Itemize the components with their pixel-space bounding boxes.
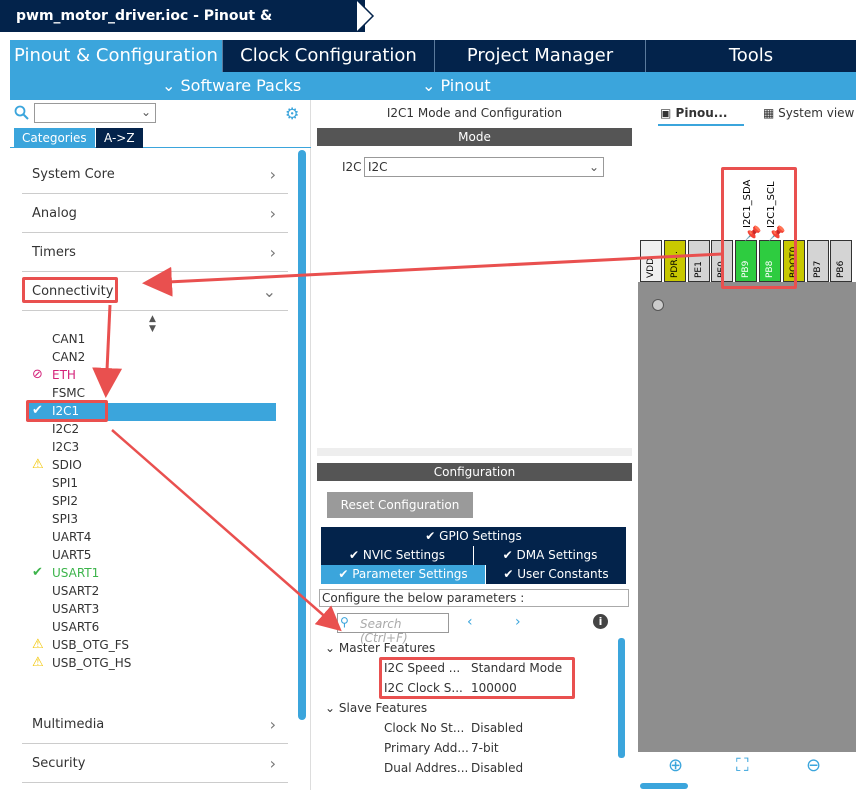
arrow-line	[111, 429, 342, 632]
peripheral-label: I2C1	[52, 404, 80, 418]
arrow-line	[92, 304, 123, 398]
check-icon: ✔	[32, 403, 43, 418]
peripheral-item[interactable]: I2C1 ✔	[32, 402, 80, 420]
annotation-arrows	[92, 252, 723, 632]
arrow-line	[142, 252, 723, 297]
